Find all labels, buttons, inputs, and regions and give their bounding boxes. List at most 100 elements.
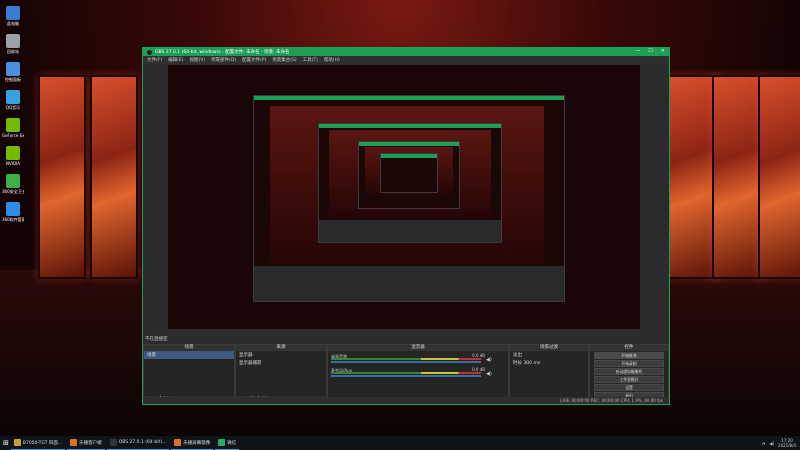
mixer-channel: 桌面音频 0.0 dB ◀) xyxy=(331,353,505,365)
menu-view[interactable]: 视图(V) xyxy=(189,57,205,63)
maximize-button[interactable]: ☐ xyxy=(648,48,652,54)
volume-fader[interactable] xyxy=(331,375,481,377)
taskbar-app[interactable]: 乐播客户端 xyxy=(67,437,105,450)
app-icon xyxy=(109,439,117,446)
desktop-icon[interactable]: QQ音乐 xyxy=(2,90,24,111)
volume-meter xyxy=(331,358,481,360)
transition-select[interactable]: 淡出 xyxy=(510,351,588,359)
volume-meter xyxy=(331,372,481,374)
menu-tools[interactable]: 工具(T) xyxy=(303,57,318,63)
app-icon xyxy=(6,202,20,216)
minimize-button[interactable]: — xyxy=(635,48,640,54)
taskbar-app-label: 乐播客户端 xyxy=(79,440,102,446)
app-icon xyxy=(6,62,20,76)
taskbar-app[interactable]: 微信 xyxy=(215,437,240,450)
close-button[interactable]: ✕ xyxy=(661,48,665,54)
taskbar-app[interactable]: B7050-TGT 四面... xyxy=(10,437,66,450)
taskbar: ⊞ B7050-TGT 四面... 乐播客户端 OBS 27.0.1 (64-bit… xyxy=(0,436,800,450)
obs-title: OBS 27.0.1 (64-bit, windows) - 配置文件: 未命名… xyxy=(155,50,290,55)
desktop-icon[interactable]: NVIDIA xyxy=(2,146,24,166)
app-icon xyxy=(174,439,182,446)
desktop-icon-label: 360安全卫士 xyxy=(2,189,24,194)
start-recording-button[interactable]: 开始录制 xyxy=(594,360,664,367)
settings-button[interactable]: 设置 xyxy=(594,384,664,391)
wallpaper-panel xyxy=(90,75,138,279)
wallpaper-panel xyxy=(38,75,86,279)
menu-scene-collection[interactable]: 场景集合(S) xyxy=(272,57,296,63)
preview-canvas[interactable] xyxy=(168,65,640,329)
menu-help[interactable]: 帮助(H) xyxy=(324,57,340,63)
desktop-icon[interactable]: GeForce Experience xyxy=(2,118,24,138)
nested-docks xyxy=(319,220,501,242)
taskbar-items: B7050-TGT 四面... 乐播客户端 OBS 27.0.1 (64-bit).… xyxy=(9,437,240,450)
duration-label: 时长 xyxy=(513,361,522,366)
app-icon xyxy=(13,439,21,446)
nested-title-bar xyxy=(359,142,459,146)
start-streaming-button[interactable]: 开始推流 xyxy=(594,352,664,359)
app-icon xyxy=(6,6,20,20)
app-icon xyxy=(70,439,78,446)
scene-item[interactable]: 场景 xyxy=(144,351,234,359)
menu-edit[interactable]: 编辑(E) xyxy=(168,57,183,63)
wallpaper-panel xyxy=(758,75,800,279)
desktop-icon-label: QQ音乐 xyxy=(5,105,21,110)
source-item[interactable]: 显示器捕获 xyxy=(236,359,326,367)
source-item[interactable]: 显示器 xyxy=(236,351,326,359)
desktop-icon[interactable]: 回收站 xyxy=(2,34,24,55)
nested-title-bar xyxy=(381,154,437,158)
nested-preview-4 xyxy=(380,153,438,193)
desktop-icon-label: 控制面板 xyxy=(5,77,21,82)
menu-profile[interactable]: 配置文件(P) xyxy=(242,57,266,63)
clock[interactable]: 17:20 2021/8/4 xyxy=(778,438,796,448)
desktop-icon[interactable]: 此电脑 xyxy=(2,6,24,27)
scene-status-label: 不在直播室 xyxy=(145,337,168,342)
mixer-header: 混音器 xyxy=(328,345,508,351)
desktop-icon[interactable]: 360安全卫士 xyxy=(2,174,24,195)
desktop-icon[interactable]: 控制面板 xyxy=(2,62,24,83)
taskbar-app[interactable]: 乐播屏幕镜像 xyxy=(171,437,214,450)
app-icon xyxy=(6,174,20,188)
app-icon xyxy=(6,146,20,160)
desktop-icon-label: GeForce Experience xyxy=(2,133,24,138)
menu-bar: 文件(F) 编辑(E) 视图(V) 停靠部件(D) 配置文件(P) 场景集合(S… xyxy=(143,56,669,64)
taskbar-app-label: 微信 xyxy=(227,440,237,446)
speaker-icon[interactable]: ◀) xyxy=(486,371,492,377)
system-tray: ◔ ◀) 17:20 2021/8/4 xyxy=(762,436,796,450)
obs-logo-icon xyxy=(147,49,152,55)
nested-title-bar xyxy=(254,96,564,100)
desktop-icon-label: 360软件管家 xyxy=(2,217,24,222)
taskbar-app-label: 乐播屏幕镜像 xyxy=(183,440,211,446)
network-icon[interactable]: ◔ xyxy=(762,441,766,446)
nested-docks xyxy=(254,266,564,301)
volume-icon[interactable]: ◀) xyxy=(769,441,774,446)
desktop-icon-label: 回收站 xyxy=(7,49,19,54)
desktop-icon[interactable]: 360软件管家 xyxy=(2,202,24,223)
app-icon xyxy=(218,439,226,446)
nested-title-bar xyxy=(319,124,501,128)
obs-title-bar[interactable]: OBS 27.0.1 (64-bit, windows) - 配置文件: 未命名… xyxy=(143,48,669,56)
taskbar-app-label: OBS 27.0.1 (64-bit)... xyxy=(118,440,167,445)
taskbar-app[interactable]: OBS 27.0.1 (64-bit)... xyxy=(106,437,170,450)
scenes-dock: 场景 场景 + − ⋀ ⋁ xyxy=(143,344,235,404)
taskbar-app-label: B7050-TGT 四面... xyxy=(22,440,63,446)
desktop-icon-label: NVIDIA xyxy=(6,161,20,166)
transition-duration: 时长 300 ms xyxy=(510,359,588,367)
clock-date: 2021/8/4 xyxy=(778,443,796,448)
transitions-dock: 场景过渡 淡出 时长 300 ms xyxy=(509,344,589,404)
desktop-icon-label: 此电脑 xyxy=(7,21,19,26)
speaker-icon[interactable]: ◀) xyxy=(486,357,492,363)
studio-mode-button[interactable]: 工作室模式 xyxy=(594,376,664,383)
obs-window[interactable]: OBS 27.0.1 (64-bit, windows) - 配置文件: 未命名… xyxy=(142,47,670,405)
menu-docks[interactable]: 停靠部件(D) xyxy=(211,57,236,63)
sources-dock: 来源 显示器 显示器捕获 + − ⚙ ⋀ ⋁ xyxy=(235,344,327,404)
controls-header: 控件 xyxy=(590,345,668,351)
wallpaper-panel xyxy=(712,75,764,279)
status-bar: LIVE: 00:00:00 REC: 00:00:00 CPU: 1.9%, … xyxy=(143,397,669,404)
volume-fader[interactable] xyxy=(331,361,481,363)
menu-file[interactable]: 文件(F) xyxy=(147,57,162,63)
virtual-camera-button[interactable]: 启动虚拟摄像机 xyxy=(594,368,664,375)
window-controls: — ☐ ✕ xyxy=(635,48,665,54)
app-icon xyxy=(6,118,20,132)
app-icon xyxy=(6,90,20,104)
duration-input[interactable]: 300 ms xyxy=(523,361,540,366)
